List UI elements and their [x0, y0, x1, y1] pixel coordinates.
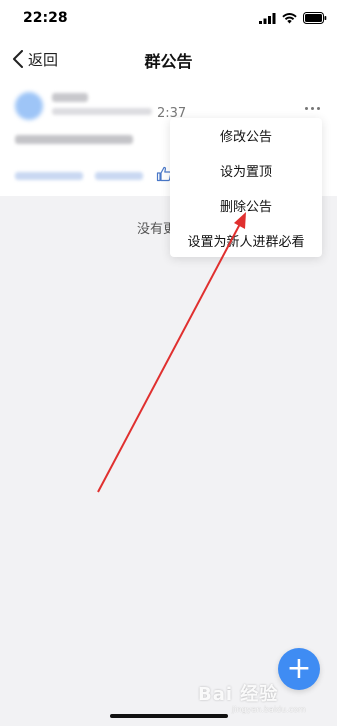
- avatar[interactable]: [15, 92, 43, 120]
- add-announcement-button[interactable]: +: [278, 648, 320, 690]
- home-indicator: [110, 714, 228, 718]
- more-options-button[interactable]: [305, 102, 327, 114]
- author-meta-blurred: [52, 108, 152, 115]
- announcement-text-blurred: [15, 135, 133, 144]
- read-count-blurred: [15, 172, 83, 180]
- status-time: 22:28: [23, 10, 68, 26]
- status-bar: 22:28: [0, 0, 337, 38]
- nav-bar: 返回 群公告: [0, 38, 337, 80]
- plus-icon: +: [286, 651, 312, 686]
- menu-item-edit[interactable]: 修改公告: [170, 118, 322, 153]
- baidu-jingyan-watermark: Bai 经验: [198, 684, 279, 705]
- dot: [311, 106, 314, 110]
- dot: [305, 106, 308, 110]
- wifi-icon: [282, 12, 297, 23]
- page-title: 群公告: [144, 52, 193, 71]
- menu-item-newcomer-required[interactable]: 设置为新人进群必看: [170, 223, 322, 258]
- signal-icon: [259, 12, 276, 24]
- confirm-count-blurred: [95, 172, 143, 180]
- dot: [317, 106, 320, 110]
- watermark-url: jingyan.baidu.com: [232, 705, 306, 714]
- battery-icon: [303, 12, 327, 24]
- announcement-options-menu: 修改公告 设为置顶 删除公告 设置为新人进群必看: [170, 118, 322, 257]
- menu-item-delete[interactable]: 删除公告: [170, 188, 322, 223]
- author-name-blurred: [52, 93, 88, 102]
- status-icons: [259, 12, 327, 24]
- menu-item-pin[interactable]: 设为置顶: [170, 153, 322, 188]
